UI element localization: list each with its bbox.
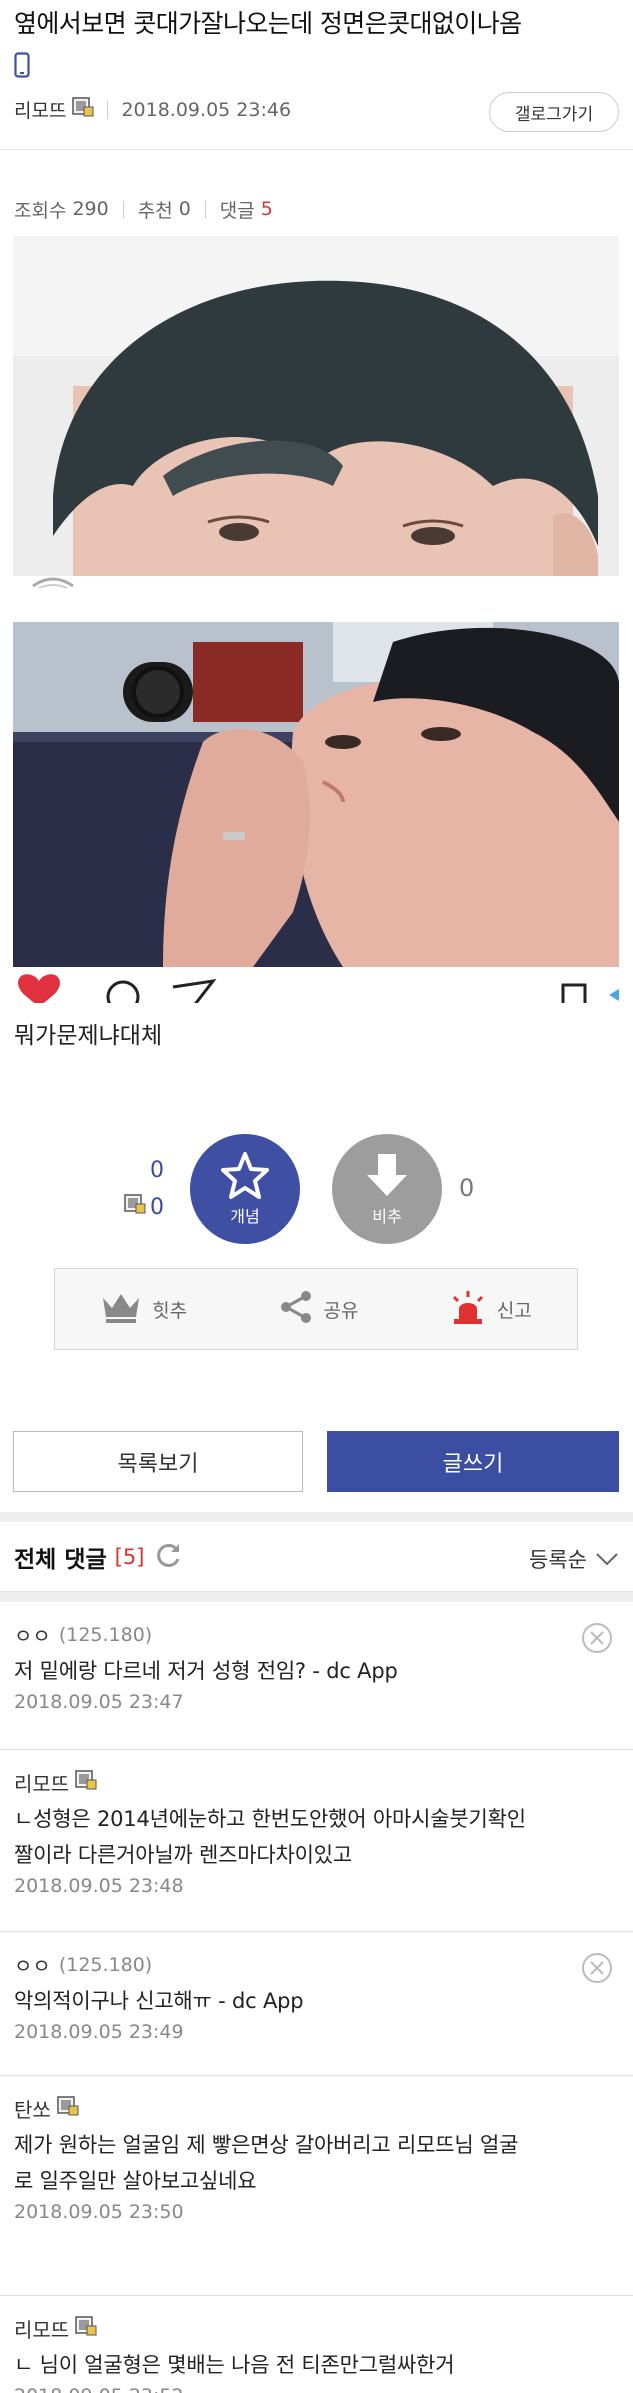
post-header: 옆에서보면 콧대가잘나오는데 정면은콧대없이나옴 리모뜨 2018.09.05 … <box>0 0 633 150</box>
delete-comment-icon[interactable] <box>581 1622 613 1658</box>
fixed-user-badge-icon <box>75 2316 97 2341</box>
comment-text-line: 로 일주일만 살아보고싶네요 <box>14 2169 257 2193</box>
vote-area: 0 0 개념 비추 0 <box>0 1128 633 1248</box>
comment-text: 저 밑에랑 다르네 저거 성형 전임? - dc App <box>14 1659 398 1683</box>
hit-button[interactable]: 힛추 <box>100 1290 187 1329</box>
comment-text-line: 짤이라 다른거아닐까 렌즈마다차이있고 <box>14 1843 352 1867</box>
fixed-upvote-count: 0 <box>124 1194 164 1220</box>
hit-label: 힛추 <box>152 1299 188 1322</box>
fixed-user-badge-icon <box>75 1770 97 1795</box>
comment-item: ㅇㅇ (125.180) 악의적이구나 신고해ㅠ - dc App 2018.0… <box>0 1932 633 2076</box>
comment-ip: (125.180) <box>58 1953 153 1976</box>
comment-author: 리모뜨 <box>14 2314 619 2343</box>
chevron-down-icon <box>595 1547 619 1571</box>
post-meta: 리모뜨 2018.09.05 23:46 <box>14 96 291 123</box>
comment-item: 탄쏘 제가 원하는 얼굴임 제 빻은면상 갈아버리고 리모뜨님 얼굴 로 일주일… <box>0 2076 633 2296</box>
comments-total: [5] <box>114 1544 145 1569</box>
sort-label: 등록순 <box>529 1548 587 1572</box>
star-icon <box>220 1151 270 1203</box>
sort-dropdown[interactable]: 등록순 <box>529 1544 619 1574</box>
comment-author-name[interactable]: ㅇㅇ <box>14 1620 51 1649</box>
comment-text: 제가 원하는 얼굴임 제 빻은면상 갈아버리고 리모뜨님 얼굴 로 일주일만 살… <box>14 2127 619 2199</box>
comment-date: 2018.09.05 23:48 <box>14 1875 184 1897</box>
photo-gap <box>13 576 619 622</box>
comments-title: 전체 댓글 <box>14 1546 107 1573</box>
fixed-user-badge-icon <box>57 2096 79 2121</box>
comment-text: 악의적이구나 신고해ㅠ - dc App <box>14 1989 304 2013</box>
comment-text-line: 제가 원하는 얼굴임 제 빻은면상 갈아버리고 리모뜨님 얼굴 <box>14 2133 519 2157</box>
upvote-label: 개념 <box>230 1207 260 1226</box>
stats-divider <box>204 200 206 218</box>
fixed-user-badge-icon <box>72 97 94 122</box>
post-datetime: 2018.09.05 23:46 <box>121 98 292 121</box>
comment-ip: (125.180) <box>58 1623 153 1646</box>
comment-author: ㅇㅇ (125.180) <box>14 1950 619 1979</box>
fixed-upvote-number: 0 <box>150 1194 164 1220</box>
comment-text: ㄴ성형은 2014년에눈하고 한번도안했어 아마시술붓기확인 짤이라 다른거아닐… <box>14 1801 619 1873</box>
down-arrow-icon <box>364 1151 410 1203</box>
share-label: 공유 <box>323 1299 359 1322</box>
post-stats: 조회수 290 추천 0 댓글 5 <box>0 150 633 238</box>
recommend-label: 추천 <box>137 199 173 222</box>
comment-author-name[interactable]: ㅇㅇ <box>14 1950 51 1979</box>
post-author[interactable]: 리모뜨 <box>14 96 66 123</box>
report-label: 신고 <box>496 1299 532 1322</box>
fixed-user-badge-icon <box>124 1194 146 1220</box>
section-divider <box>0 1592 633 1602</box>
stats-divider <box>122 200 124 218</box>
mobile-phone-icon <box>14 52 30 82</box>
downvote-button[interactable]: 비추 <box>332 1134 442 1244</box>
post-title: 옆에서보면 콧대가잘나오는데 정면은콧대없이나옴 <box>14 9 522 38</box>
comment-item: ㅇㅇ (125.180) 저 밑에랑 다르네 저거 성형 전임? - dc Ap… <box>0 1602 633 1750</box>
list-button[interactable]: 목록보기 <box>13 1431 303 1492</box>
comments-header: 전체 댓글 [5] 등록순 <box>0 1522 633 1592</box>
share-button[interactable]: 공유 <box>278 1289 359 1330</box>
comments-count: 5 <box>260 198 273 220</box>
report-button[interactable]: 신고 <box>449 1289 532 1330</box>
gallog-button[interactable]: 갤로그가기 <box>489 92 619 132</box>
write-button[interactable]: 글쓰기 <box>327 1431 619 1492</box>
comment-author-name[interactable]: 리모뜨 <box>14 1768 69 1797</box>
views-label: 조회수 <box>14 199 67 222</box>
upvote-count: 0 <box>150 1158 164 1183</box>
downvote-label: 비추 <box>372 1207 402 1226</box>
comment-author-name[interactable]: 탄쏘 <box>14 2094 51 2123</box>
instagram-action-bar <box>13 967 619 1003</box>
downvote-count: 0 <box>459 1174 475 1202</box>
post-body-text: 뭐가문제냐대체 <box>14 1023 163 1049</box>
comment-date: 2018.09.05 23:50 <box>14 2201 184 2223</box>
post-photo-2[interactable] <box>13 622 619 967</box>
recommend-count: 0 <box>178 198 191 220</box>
crown-icon <box>100 1290 142 1329</box>
meta-divider <box>107 100 109 119</box>
comment-item: 리모뜨 ㄴ 님이 얼굴형은 몇배는 나음 전 티존만그럴싸한거 2018.09.… <box>0 2296 633 2393</box>
post-actions: 힛추 공유 신고 <box>54 1268 578 1350</box>
share-icon <box>278 1289 314 1330</box>
comment-date: 2018.09.05 23:49 <box>14 2021 184 2043</box>
siren-icon <box>449 1289 487 1330</box>
comment-author: 리모뜨 <box>14 1768 619 1797</box>
comment-text: ㄴ 님이 얼굴형은 몇배는 나음 전 티존만그럴싸한거 <box>14 2353 455 2377</box>
delete-comment-icon[interactable] <box>581 1952 613 1988</box>
comment-author-name[interactable]: 리모뜨 <box>14 2314 69 2343</box>
comments-label: 댓글 <box>219 199 255 222</box>
upvote-button[interactable]: 개념 <box>190 1134 300 1244</box>
comment-date: 2018.09.05 23:47 <box>14 1691 184 1713</box>
comment-author: 탄쏘 <box>14 2094 619 2123</box>
comment-item: 리모뜨 ㄴ성형은 2014년에눈하고 한번도안했어 아마시술붓기확인 짤이라 다… <box>0 1750 633 1932</box>
section-divider <box>0 1512 633 1522</box>
comment-date: 2018.09.05 23:52 <box>14 2385 619 2393</box>
views-count: 290 <box>72 198 109 220</box>
comment-author: ㅇㅇ (125.180) <box>14 1620 619 1649</box>
refresh-icon[interactable] <box>154 1541 182 1573</box>
post-photo-1[interactable] <box>13 236 619 576</box>
comment-text-line: ㄴ성형은 2014년에눈하고 한번도안했어 아마시술붓기확인 <box>14 1807 526 1831</box>
